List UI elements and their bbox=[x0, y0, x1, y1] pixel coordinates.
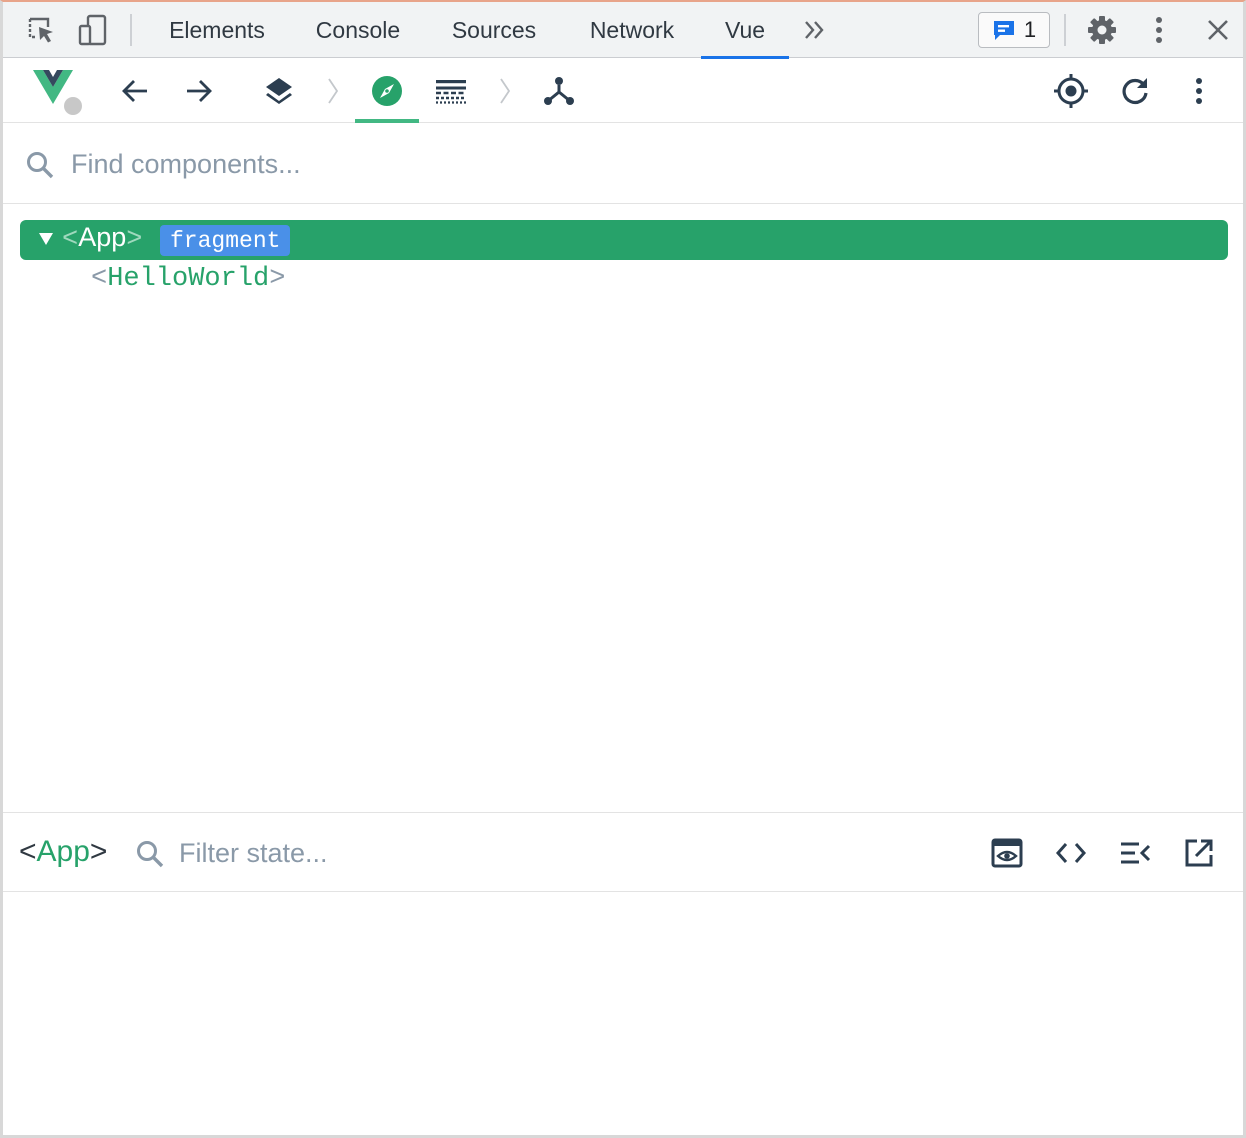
layers-icon[interactable] bbox=[247, 59, 311, 123]
toolbar-divider bbox=[130, 14, 132, 46]
settings-icon[interactable] bbox=[1084, 12, 1120, 48]
devtools-window: Elements Console Sources Network Vue 1 F… bbox=[0, 0, 1246, 1138]
devtools-tabbar: Elements Console Sources Network Vue 1 bbox=[3, 2, 1243, 59]
timeline-icon[interactable] bbox=[419, 59, 483, 123]
tree-node-helloworld-tag: <HelloWorld> bbox=[91, 264, 286, 294]
vue-logo-icon bbox=[23, 59, 87, 123]
issues-count: 1 bbox=[1023, 17, 1037, 42]
search-icon bbox=[137, 841, 164, 868]
collapse-icon[interactable] bbox=[1111, 829, 1159, 877]
tree-row-helloworld[interactable]: <HelloWorld> bbox=[23, 262, 1228, 302]
component-tree-icon[interactable] bbox=[527, 59, 591, 123]
tree-row-app[interactable]: <App> fragment bbox=[20, 220, 1228, 260]
device-toolbar-icon[interactable] bbox=[75, 12, 111, 48]
expand-triangle-icon[interactable] bbox=[38, 232, 54, 246]
chevron-right-icon bbox=[328, 78, 339, 104]
inspect-element-icon[interactable] bbox=[23, 12, 59, 48]
tab-console[interactable]: Console bbox=[300, 2, 416, 58]
inspector-toolbar: <App> bbox=[3, 812, 1243, 892]
scroll-to-view-icon[interactable] bbox=[983, 829, 1031, 877]
close-icon[interactable] bbox=[1200, 12, 1236, 48]
tree-node-app-tag: <App> bbox=[62, 222, 143, 255]
show-source-icon[interactable] bbox=[1047, 829, 1095, 877]
issues-counter[interactable]: 1 bbox=[978, 12, 1050, 48]
compass-icon[interactable] bbox=[355, 59, 419, 123]
back-arrow-icon[interactable] bbox=[103, 59, 167, 123]
component-tree: <App> fragment <HelloWorld> bbox=[3, 204, 1243, 812]
kebab-menu-icon[interactable] bbox=[1167, 59, 1231, 123]
inspected-component-title: <App> bbox=[19, 835, 108, 868]
kebab-menu-icon[interactable] bbox=[1141, 12, 1177, 48]
component-search-bar bbox=[3, 124, 1243, 204]
toolbar-divider bbox=[1064, 14, 1066, 46]
tab-vue[interactable]: Vue bbox=[701, 2, 789, 59]
forward-arrow-icon[interactable] bbox=[167, 59, 231, 123]
find-components-input[interactable] bbox=[71, 142, 871, 186]
chevron-right-icon bbox=[500, 78, 511, 104]
filter-state-input[interactable] bbox=[179, 831, 779, 875]
issues-icon bbox=[993, 21, 1014, 40]
refresh-icon[interactable] bbox=[1103, 59, 1167, 123]
search-icon bbox=[27, 152, 54, 179]
state-inspector-pane bbox=[3, 893, 1243, 1135]
tab-elements[interactable]: Elements bbox=[153, 2, 281, 58]
open-editor-icon[interactable] bbox=[1175, 829, 1223, 877]
fragment-badge: fragment bbox=[160, 225, 291, 256]
more-tabs-icon[interactable] bbox=[797, 12, 833, 48]
tab-network[interactable]: Network bbox=[572, 2, 692, 58]
select-target-icon[interactable] bbox=[1039, 59, 1103, 123]
tab-sources[interactable]: Sources bbox=[436, 2, 552, 58]
vue-toolbar bbox=[3, 59, 1243, 123]
